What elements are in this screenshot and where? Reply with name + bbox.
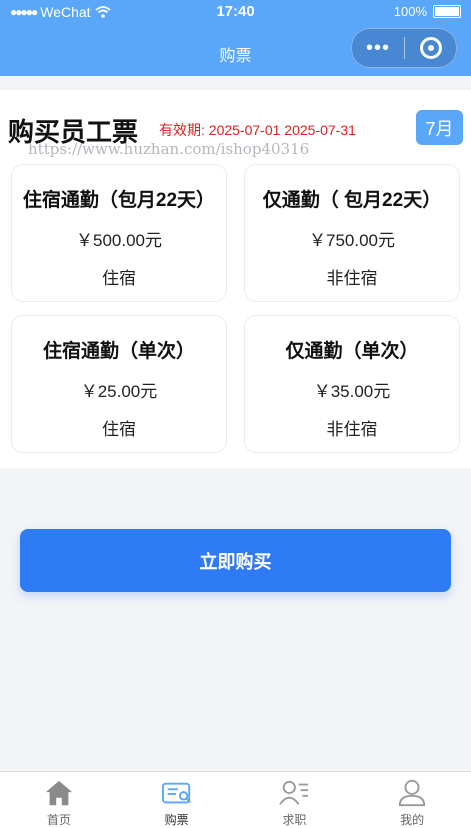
tab-label: 首页 xyxy=(46,813,71,827)
ticket-price: ￥35.00元 xyxy=(313,382,391,401)
tab-tickets[interactable]: 购票 xyxy=(118,772,236,828)
top-bar: ●●●●● WeChat 17:40 100% 购票 ••• xyxy=(0,0,471,76)
tab-mine[interactable]: 我的 xyxy=(353,772,471,828)
ticket-type: 住宿 xyxy=(102,269,136,288)
ticket-card[interactable]: 仅通勤（单次） ￥35.00元 非住宿 xyxy=(244,315,460,453)
tab-home[interactable]: 首页 xyxy=(0,772,118,828)
tab-jobs[interactable]: 求职 xyxy=(236,772,354,828)
ticket-icon xyxy=(161,782,191,804)
validity-info: 有效期: 2025-07-01 2025-07-31 xyxy=(159,120,356,140)
ticket-name: 住宿通勤（单次） xyxy=(42,341,195,362)
ticket-name: 仅通勤（单次） xyxy=(285,341,419,362)
ticket-card[interactable]: 仅通勤（ 包月22天） ￥750.00元 非住宿 xyxy=(244,164,460,302)
ticket-price: ￥500.00元 xyxy=(76,231,162,250)
close-miniprogram-button[interactable] xyxy=(405,37,456,59)
ticket-price: ￥25.00元 xyxy=(80,382,158,401)
more-icon[interactable]: ••• xyxy=(352,37,404,60)
ticket-type: 非住宿 xyxy=(326,269,378,288)
resume-icon xyxy=(279,780,309,805)
close-circle-icon xyxy=(419,37,442,59)
ticket-price: ￥750.00元 xyxy=(309,231,395,250)
ticket-panel: 购买员工票 有效期: 2025-07-01 2025-07-31 7月 http… xyxy=(0,90,471,468)
ticket-type: 非住宿 xyxy=(326,420,378,439)
battery-percent: 100% xyxy=(393,4,427,19)
status-bar: ●●●●● WeChat 17:40 100% xyxy=(0,0,471,24)
tab-label: 我的 xyxy=(400,813,425,827)
tab-label: 购票 xyxy=(164,813,189,827)
ticket-name: 仅通勤（ 包月22天） xyxy=(262,190,442,211)
validity-label: 有效期: xyxy=(159,122,205,138)
ticket-card[interactable]: 住宿通勤（单次） ￥25.00元 住宿 xyxy=(11,315,227,453)
ticket-name: 住宿通勤（包月22天） xyxy=(22,190,216,211)
month-select-button[interactable]: 7月 xyxy=(416,110,463,145)
mini-program-capsule: ••• xyxy=(351,28,457,68)
home-icon xyxy=(45,780,72,806)
watermark: https://www.huzhan.com/ishop40316 xyxy=(28,140,310,158)
ticket-type: 住宿 xyxy=(102,420,136,439)
battery-icon xyxy=(433,5,461,18)
ticket-card[interactable]: 住宿通勤（包月22天） ￥500.00元 住宿 xyxy=(11,164,227,302)
validity-range: 2025-07-01 2025-07-31 xyxy=(208,122,356,138)
tab-label: 求职 xyxy=(282,813,307,827)
tab-bar: 首页 购票 求职 我的 xyxy=(0,771,471,828)
user-icon xyxy=(398,779,426,807)
buy-now-button[interactable]: 立即购买 xyxy=(20,529,451,592)
status-right: 100% xyxy=(394,4,461,19)
